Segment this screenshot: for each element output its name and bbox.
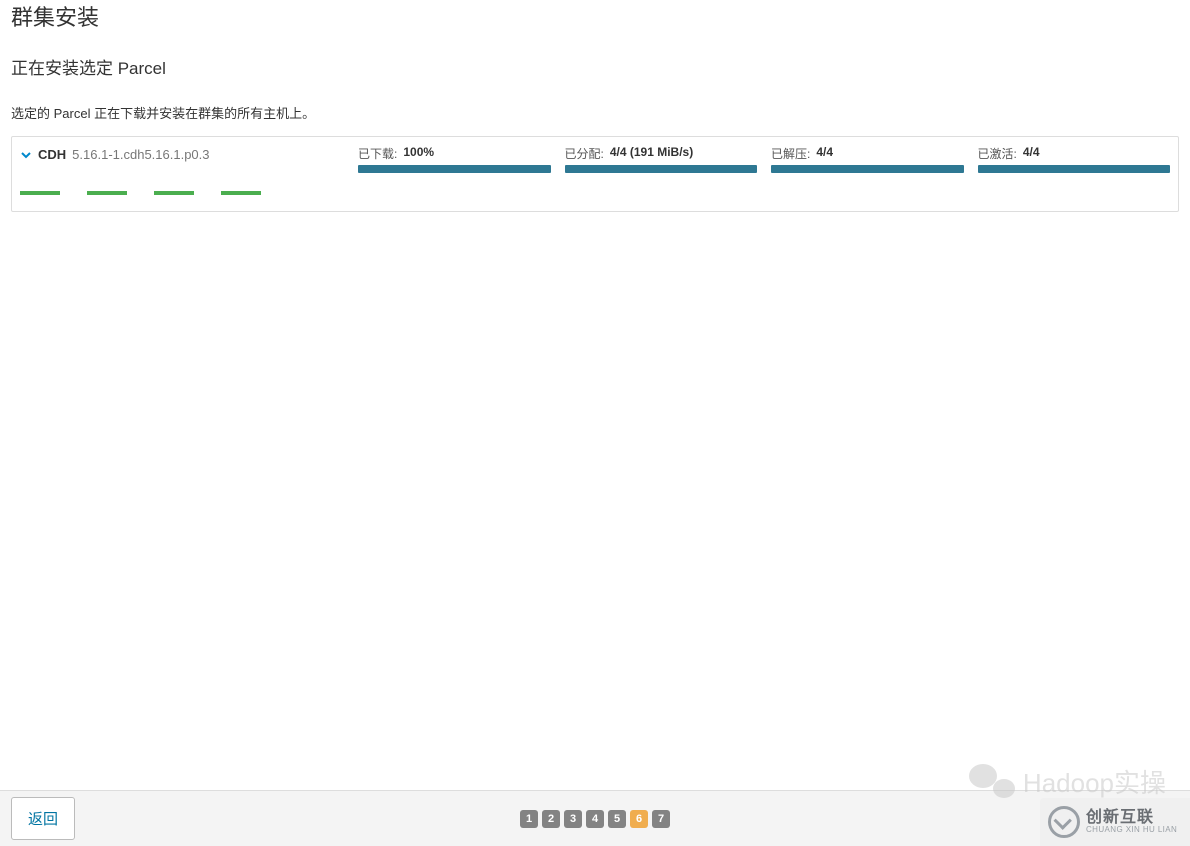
progress-activated-bar <box>978 165 1171 173</box>
wizard-steps: 1234567 <box>520 810 670 828</box>
wizard-step-5[interactable]: 5 <box>608 810 626 828</box>
wizard-step-6[interactable]: 6 <box>630 810 648 828</box>
wizard-step-4[interactable]: 4 <box>586 810 604 828</box>
progress-activated-value: 4/4 <box>1023 145 1040 162</box>
chevron-down-icon[interactable] <box>20 149 32 161</box>
progress-distributed-label: 已分配: <box>565 145 604 162</box>
host-status-bar <box>154 191 194 195</box>
host-status-bar <box>87 191 127 195</box>
host-status-bars <box>12 177 1178 211</box>
progress-unpacked-label: 已解压: <box>771 145 810 162</box>
progress-activated-label: 已激活: <box>978 145 1017 162</box>
progress-unpacked-bar <box>771 165 964 173</box>
progress-distributed-value: 4/4 (191 MiB/s) <box>610 145 693 162</box>
wizard-step-3[interactable]: 3 <box>564 810 582 828</box>
progress-distributed: 已分配: 4/4 (191 MiB/s) <box>565 145 758 173</box>
parcel-name: CDH <box>38 147 66 162</box>
progress-unpacked-value: 4/4 <box>816 145 833 162</box>
parcel-panel: CDH 5.16.1-1.cdh5.16.1.p0.3 已下载: 100% 已分… <box>11 136 1179 212</box>
progress-downloaded-label: 已下载: <box>358 145 397 162</box>
parcel-row: CDH 5.16.1-1.cdh5.16.1.p0.3 已下载: 100% 已分… <box>12 137 1178 177</box>
parcel-version: 5.16.1-1.cdh5.16.1.p0.3 <box>72 147 209 162</box>
page-subtitle: 正在安装选定 Parcel <box>0 40 1190 89</box>
wizard-step-2[interactable]: 2 <box>542 810 560 828</box>
progress-activated: 已激活: 4/4 <box>978 145 1171 173</box>
progress-downloaded-bar <box>358 165 551 173</box>
progress-unpacked: 已解压: 4/4 <box>771 145 964 173</box>
progress-downloaded-value: 100% <box>403 145 434 162</box>
page-description: 选定的 Parcel 正在下载并安装在群集的所有主机上。 <box>0 89 1190 136</box>
host-status-bar <box>20 191 60 195</box>
progress-distributed-bar <box>565 165 758 173</box>
wizard-step-7[interactable]: 7 <box>652 810 670 828</box>
wizard-step-1[interactable]: 1 <box>520 810 538 828</box>
host-status-bar <box>221 191 261 195</box>
progress-downloaded: 已下载: 100% <box>358 145 551 173</box>
page-title: 群集安装 <box>0 0 1190 40</box>
parcel-name-cell[interactable]: CDH 5.16.1-1.cdh5.16.1.p0.3 <box>20 145 344 162</box>
back-button[interactable]: 返回 <box>11 797 75 840</box>
wizard-footer: 返回 1234567 <box>0 790 1190 846</box>
